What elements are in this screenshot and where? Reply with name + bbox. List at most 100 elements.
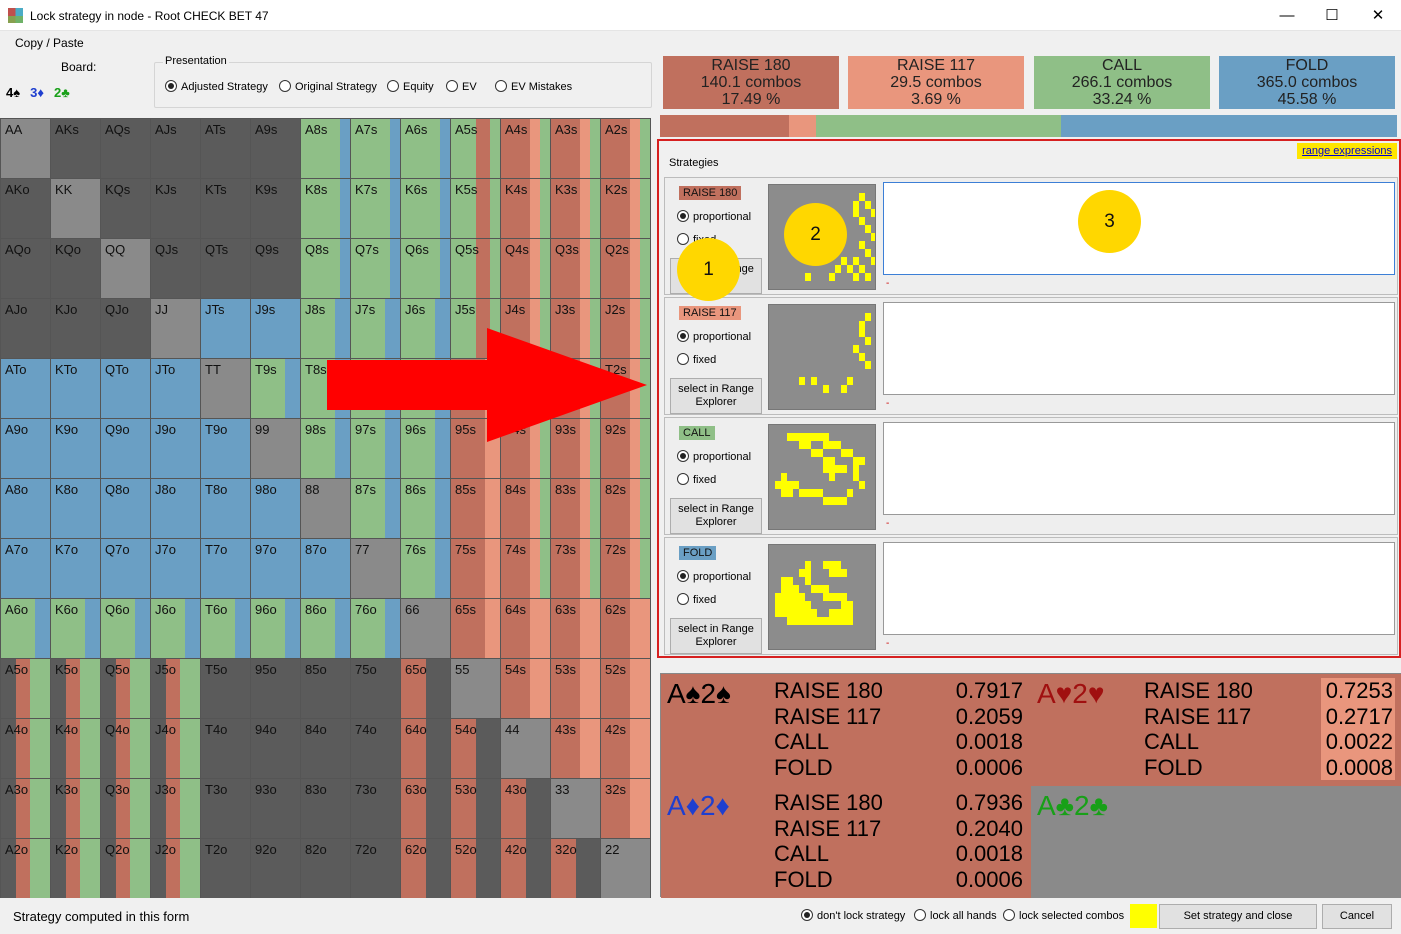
maximize-button[interactable]: ☐ xyxy=(1309,0,1355,31)
cancel-button[interactable]: Cancel xyxy=(1322,904,1392,929)
select-in-range-explorer-button[interactable]: select in Range Explorer xyxy=(670,378,762,414)
hand-cell[interactable]: 87o xyxy=(301,539,351,599)
hand-cell[interactable]: 53o xyxy=(451,779,501,839)
hand-cell[interactable]: QTs xyxy=(201,239,251,299)
radio-button[interactable] xyxy=(677,210,689,222)
hand-cell[interactable]: K6s xyxy=(401,179,451,239)
hand-cell[interactable]: K9o xyxy=(51,419,101,479)
hand-cell[interactable]: KK xyxy=(51,179,101,239)
hand-cell[interactable]: Q3o xyxy=(101,779,151,839)
hand-cell[interactable]: Q8s xyxy=(301,239,351,299)
hand-cell[interactable]: K8o xyxy=(51,479,101,539)
hand-cell[interactable]: 53s xyxy=(551,659,601,719)
radio-button[interactable] xyxy=(165,80,177,92)
hand-cell[interactable]: Q6s xyxy=(401,239,451,299)
hand-cell[interactable]: J5o xyxy=(151,659,201,719)
hand-cell[interactable]: T6o xyxy=(201,599,251,659)
hand-cell[interactable]: A9o xyxy=(1,419,51,479)
hand-cell[interactable]: 95o xyxy=(251,659,301,719)
hand-cell[interactable]: 83o xyxy=(301,779,351,839)
hand-cell[interactable]: K5o xyxy=(51,659,101,719)
hand-cell[interactable]: AKo xyxy=(1,179,51,239)
radio-button[interactable] xyxy=(677,353,689,365)
hand-cell[interactable]: K7s xyxy=(351,179,401,239)
hand-cell[interactable]: 72o xyxy=(351,839,401,899)
radio-button[interactable] xyxy=(677,473,689,485)
close-button[interactable]: ✕ xyxy=(1355,0,1401,31)
presentation-option[interactable]: Adjusted Strategy xyxy=(165,80,268,93)
hand-cell[interactable]: J2o xyxy=(151,839,201,899)
hand-cell[interactable]: K3o xyxy=(51,779,101,839)
hand-cell[interactable]: A8s xyxy=(301,119,351,179)
hand-cell[interactable]: JJ xyxy=(151,299,201,359)
hand-cell[interactable]: 63s xyxy=(551,599,601,659)
radio-button[interactable] xyxy=(801,909,813,921)
hand-cell[interactable]: AKs xyxy=(51,119,101,179)
hand-cell[interactable]: K7o xyxy=(51,539,101,599)
hand-cell[interactable]: Q4o xyxy=(101,719,151,779)
hand-cell[interactable]: TT xyxy=(201,359,251,419)
hand-cell[interactable]: 63o xyxy=(401,779,451,839)
hand-cell[interactable]: 82s xyxy=(601,479,651,539)
hand-cell[interactable]: A5o xyxy=(1,659,51,719)
fixed-option[interactable]: fixed xyxy=(677,353,716,366)
hand-cell[interactable]: QJs xyxy=(151,239,201,299)
hand-cell[interactable]: T9s xyxy=(251,359,301,419)
hand-cell[interactable]: Q2s xyxy=(601,239,651,299)
hand-cell[interactable]: 65s xyxy=(451,599,501,659)
lock-option[interactable]: lock all hands xyxy=(914,909,997,922)
combo-cell[interactable]: A♦2♦ RAISE 180 RAISE 117 CALL FOLD 0.7936 0.20… xyxy=(661,786,1031,898)
hand-cell[interactable]: 43o xyxy=(501,779,551,839)
hand-cell[interactable]: Q9s xyxy=(251,239,301,299)
hand-cell[interactable]: 76o xyxy=(351,599,401,659)
hand-cell[interactable]: 42s xyxy=(601,719,651,779)
hand-cell[interactable]: 94o xyxy=(251,719,301,779)
hand-cell[interactable]: Q3s xyxy=(551,239,601,299)
hand-cell[interactable]: K3s xyxy=(551,179,601,239)
hand-cell[interactable]: 32s xyxy=(601,779,651,839)
hand-cell[interactable]: A5s xyxy=(451,119,501,179)
hand-cell[interactable]: JTo xyxy=(151,359,201,419)
radio-button[interactable] xyxy=(387,80,399,92)
hand-cell[interactable]: A8o xyxy=(1,479,51,539)
hand-cell[interactable]: 85s xyxy=(451,479,501,539)
hand-cell[interactable]: 62o xyxy=(401,839,451,899)
hand-cell[interactable]: A3o xyxy=(1,779,51,839)
hand-cell[interactable]: 86o xyxy=(301,599,351,659)
hand-cell[interactable]: 54o xyxy=(451,719,501,779)
hand-cell[interactable]: J4o xyxy=(151,719,201,779)
hand-cell[interactable]: T8o xyxy=(201,479,251,539)
hand-cell[interactable]: 33 xyxy=(551,779,601,839)
hand-cell[interactable]: 32o xyxy=(551,839,601,899)
hand-cell[interactable]: J8o xyxy=(151,479,201,539)
hand-cell[interactable]: K8s xyxy=(301,179,351,239)
hand-cell[interactable]: 98o xyxy=(251,479,301,539)
radio-button[interactable] xyxy=(1003,909,1015,921)
hand-cell[interactable]: T5o xyxy=(201,659,251,719)
hand-cell[interactable]: K5s xyxy=(451,179,501,239)
hand-cell[interactable]: 99 xyxy=(251,419,301,479)
combo-cell[interactable]: A♠2♠ RAISE 180 RAISE 117 CALL FOLD 0.7917 0.20… xyxy=(661,674,1031,786)
presentation-option[interactable]: Original Strategy xyxy=(279,80,377,93)
hand-cell[interactable]: A4s xyxy=(501,119,551,179)
hand-cell[interactable]: A9s xyxy=(251,119,301,179)
hand-cell[interactable]: 76s xyxy=(401,539,451,599)
hand-cell[interactable]: 22 xyxy=(601,839,651,899)
hand-cell[interactable]: 62s xyxy=(601,599,651,659)
hand-cell[interactable]: AQs xyxy=(101,119,151,179)
hand-cell[interactable]: KJs xyxy=(151,179,201,239)
hand-cell[interactable]: 55 xyxy=(451,659,501,719)
hand-cell[interactable]: 75s xyxy=(451,539,501,599)
hand-cell[interactable]: Q6o xyxy=(101,599,151,659)
hand-cell[interactable]: 72s xyxy=(601,539,651,599)
hand-cell[interactable]: QJo xyxy=(101,299,151,359)
hand-cell[interactable]: AQo xyxy=(1,239,51,299)
hand-cell[interactable]: 44 xyxy=(501,719,551,779)
select-in-range-explorer-button[interactable]: select in Range Explorer xyxy=(670,618,762,654)
hand-cell[interactable]: QTo xyxy=(101,359,151,419)
hand-cell[interactable]: J9s xyxy=(251,299,301,359)
radio-button[interactable] xyxy=(677,233,689,245)
hand-cell[interactable]: Q8o xyxy=(101,479,151,539)
hand-cell[interactable]: Q5o xyxy=(101,659,151,719)
presentation-option[interactable]: EV Mistakes xyxy=(495,80,572,93)
